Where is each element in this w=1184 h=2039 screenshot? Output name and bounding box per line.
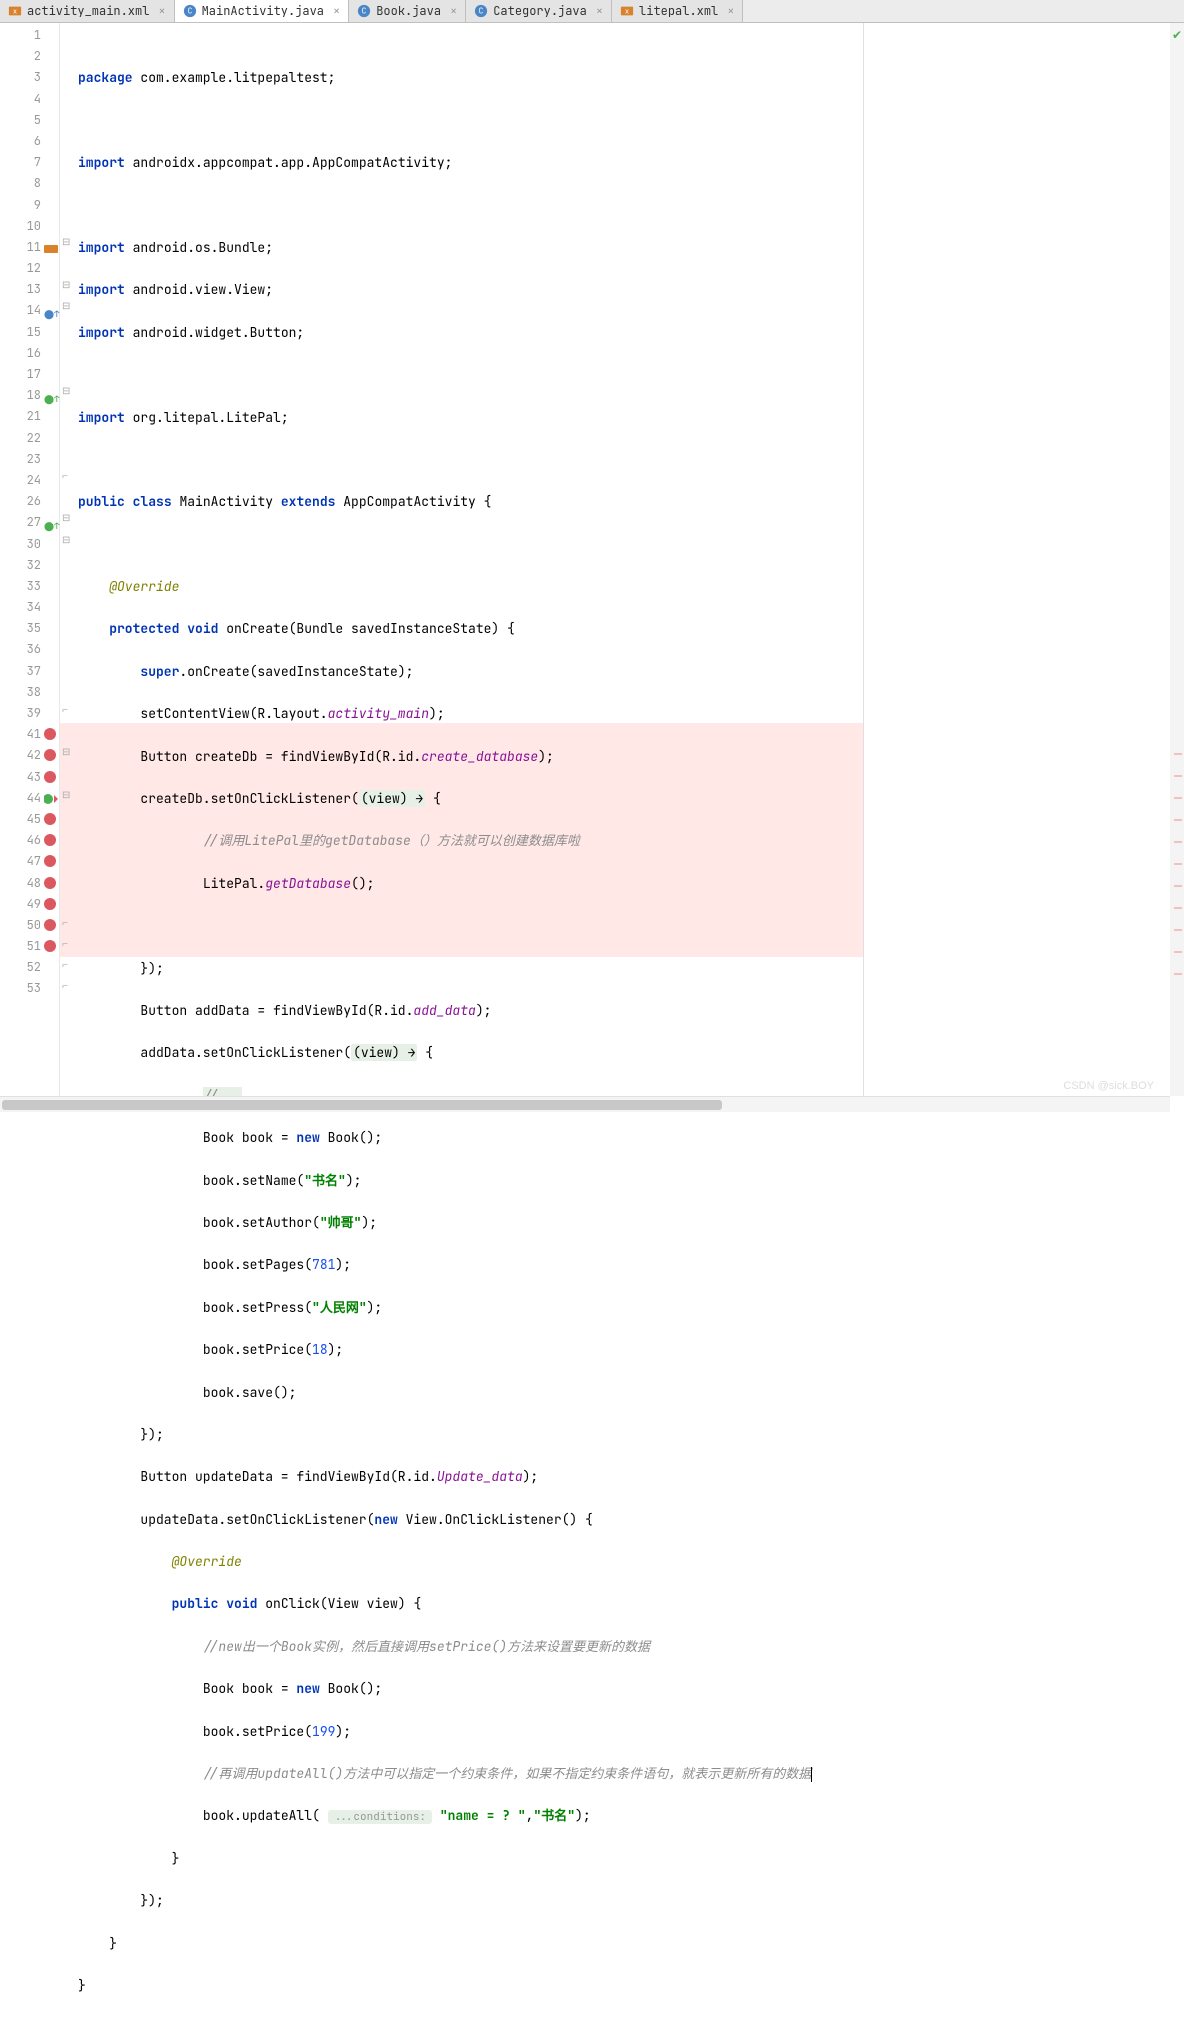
fold-icon[interactable]: ⊟: [62, 384, 70, 397]
fold-icon[interactable]: ⊟: [62, 533, 70, 546]
code-area[interactable]: package com.example.litpepaltest; import…: [74, 23, 864, 1112]
override-breakpoint-icon[interactable]: [44, 792, 56, 804]
tab-litepal[interactable]: x litepal.xml ×: [612, 0, 743, 22]
tab-label: Category.java: [493, 3, 587, 19]
tab-label: litepal.xml: [639, 3, 718, 19]
fold-close-icon[interactable]: ⌐: [62, 916, 68, 930]
class-marker-icon: [44, 241, 56, 253]
implements-icon[interactable]: ⬤↑: [44, 516, 56, 528]
breakpoint-icon[interactable]: [44, 898, 56, 910]
tab-activity-main[interactable]: x activity_main.xml ×: [0, 0, 175, 22]
breakpoint-icon[interactable]: [44, 940, 56, 952]
fold-close-icon[interactable]: ⌐: [62, 979, 68, 993]
scrollbar-thumb[interactable]: [2, 1100, 722, 1110]
scrollbar-marker[interactable]: [1174, 951, 1182, 953]
breakpoint-icon[interactable]: [44, 813, 56, 825]
editor-tabs: x activity_main.xml × C MainActivity.jav…: [0, 0, 1184, 23]
tab-label: Book.java: [376, 3, 441, 19]
svg-text:C: C: [187, 7, 192, 17]
vertical-scrollbar[interactable]: ✔: [1170, 23, 1184, 1096]
breakpoint-icon[interactable]: [44, 728, 56, 740]
tab-book[interactable]: C Book.java ×: [349, 0, 466, 22]
right-split-pane: [864, 23, 1184, 1112]
breakpoint-icon[interactable]: [44, 855, 56, 867]
override-icon[interactable]: ⬤↑: [44, 304, 56, 316]
editor: 1 2 3 4 5 6 7 8 9 10 11 12 13 14⬤↑ 15 16…: [0, 23, 1184, 1112]
breakpoint-icon[interactable]: [44, 771, 56, 783]
scrollbar-marker[interactable]: [1174, 973, 1182, 975]
svg-text:x: x: [13, 8, 17, 17]
java-class-icon: C: [474, 4, 488, 18]
scrollbar-marker[interactable]: [1174, 797, 1182, 799]
scrollbar-marker[interactable]: [1174, 819, 1182, 821]
scrollbar-marker[interactable]: [1174, 929, 1182, 931]
close-icon[interactable]: ×: [723, 3, 734, 19]
java-class-icon: C: [357, 4, 371, 18]
fold-icon[interactable]: ⊟: [62, 745, 70, 758]
tab-category[interactable]: C Category.java ×: [466, 0, 612, 22]
fold-icon[interactable]: ⊟: [62, 278, 70, 291]
scrollbar-marker[interactable]: [1174, 775, 1182, 777]
xml-icon: x: [620, 4, 634, 18]
horizontal-scrollbar[interactable]: [0, 1096, 1170, 1112]
fold-close-icon[interactable]: ⌐: [62, 703, 68, 717]
fold-icon[interactable]: ⊟: [62, 788, 70, 801]
fold-icon[interactable]: ⊟: [62, 511, 70, 524]
svg-text:C: C: [362, 7, 367, 17]
fold-close-icon[interactable]: ⌐: [62, 937, 68, 951]
fold-close-icon[interactable]: ⌐: [62, 469, 68, 483]
inspection-ok-icon[interactable]: ✔: [1172, 27, 1182, 43]
breakpoint-icon[interactable]: [44, 877, 56, 889]
fold-icon[interactable]: ⊟: [62, 299, 70, 312]
scrollbar-marker[interactable]: [1174, 885, 1182, 887]
close-icon[interactable]: ×: [446, 3, 457, 19]
close-icon[interactable]: ×: [154, 3, 165, 19]
fold-gutter[interactable]: ⊟ ⊟ ⊟ ⊟ ⌐ ⊟ ⊟ ⌐ ⊟ ⊟ ⌐ ⌐ ⌐ ⌐: [60, 23, 74, 1112]
implements-icon[interactable]: ⬤↑: [44, 389, 56, 401]
tab-label: activity_main.xml: [27, 3, 149, 19]
svg-text:C: C: [479, 7, 484, 17]
watermark: CSDN @sick.BOY: [1063, 1080, 1154, 1092]
java-class-icon: C: [183, 4, 197, 18]
line-gutter[interactable]: 1 2 3 4 5 6 7 8 9 10 11 12 13 14⬤↑ 15 16…: [0, 23, 60, 1112]
breakpoint-icon[interactable]: [44, 834, 56, 846]
scrollbar-marker[interactable]: [1174, 753, 1182, 755]
fold-icon[interactable]: ⊟: [62, 235, 70, 248]
line-number: 1: [0, 25, 41, 46]
close-icon[interactable]: ×: [592, 3, 603, 19]
breakpoint-icon[interactable]: [44, 919, 56, 931]
close-icon[interactable]: ×: [329, 3, 340, 19]
scrollbar-marker[interactable]: [1174, 907, 1182, 909]
breakpoint-icon[interactable]: [44, 749, 56, 761]
scrollbar-marker[interactable]: [1174, 841, 1182, 843]
text-cursor: [811, 1767, 812, 1782]
scrollbar-marker[interactable]: [1174, 863, 1182, 865]
svg-text:x: x: [625, 8, 629, 17]
tab-mainactivity[interactable]: C MainActivity.java ×: [175, 0, 350, 22]
xml-icon: x: [8, 4, 22, 18]
tab-label: MainActivity.java: [202, 3, 324, 19]
fold-close-icon[interactable]: ⌐: [62, 958, 68, 972]
